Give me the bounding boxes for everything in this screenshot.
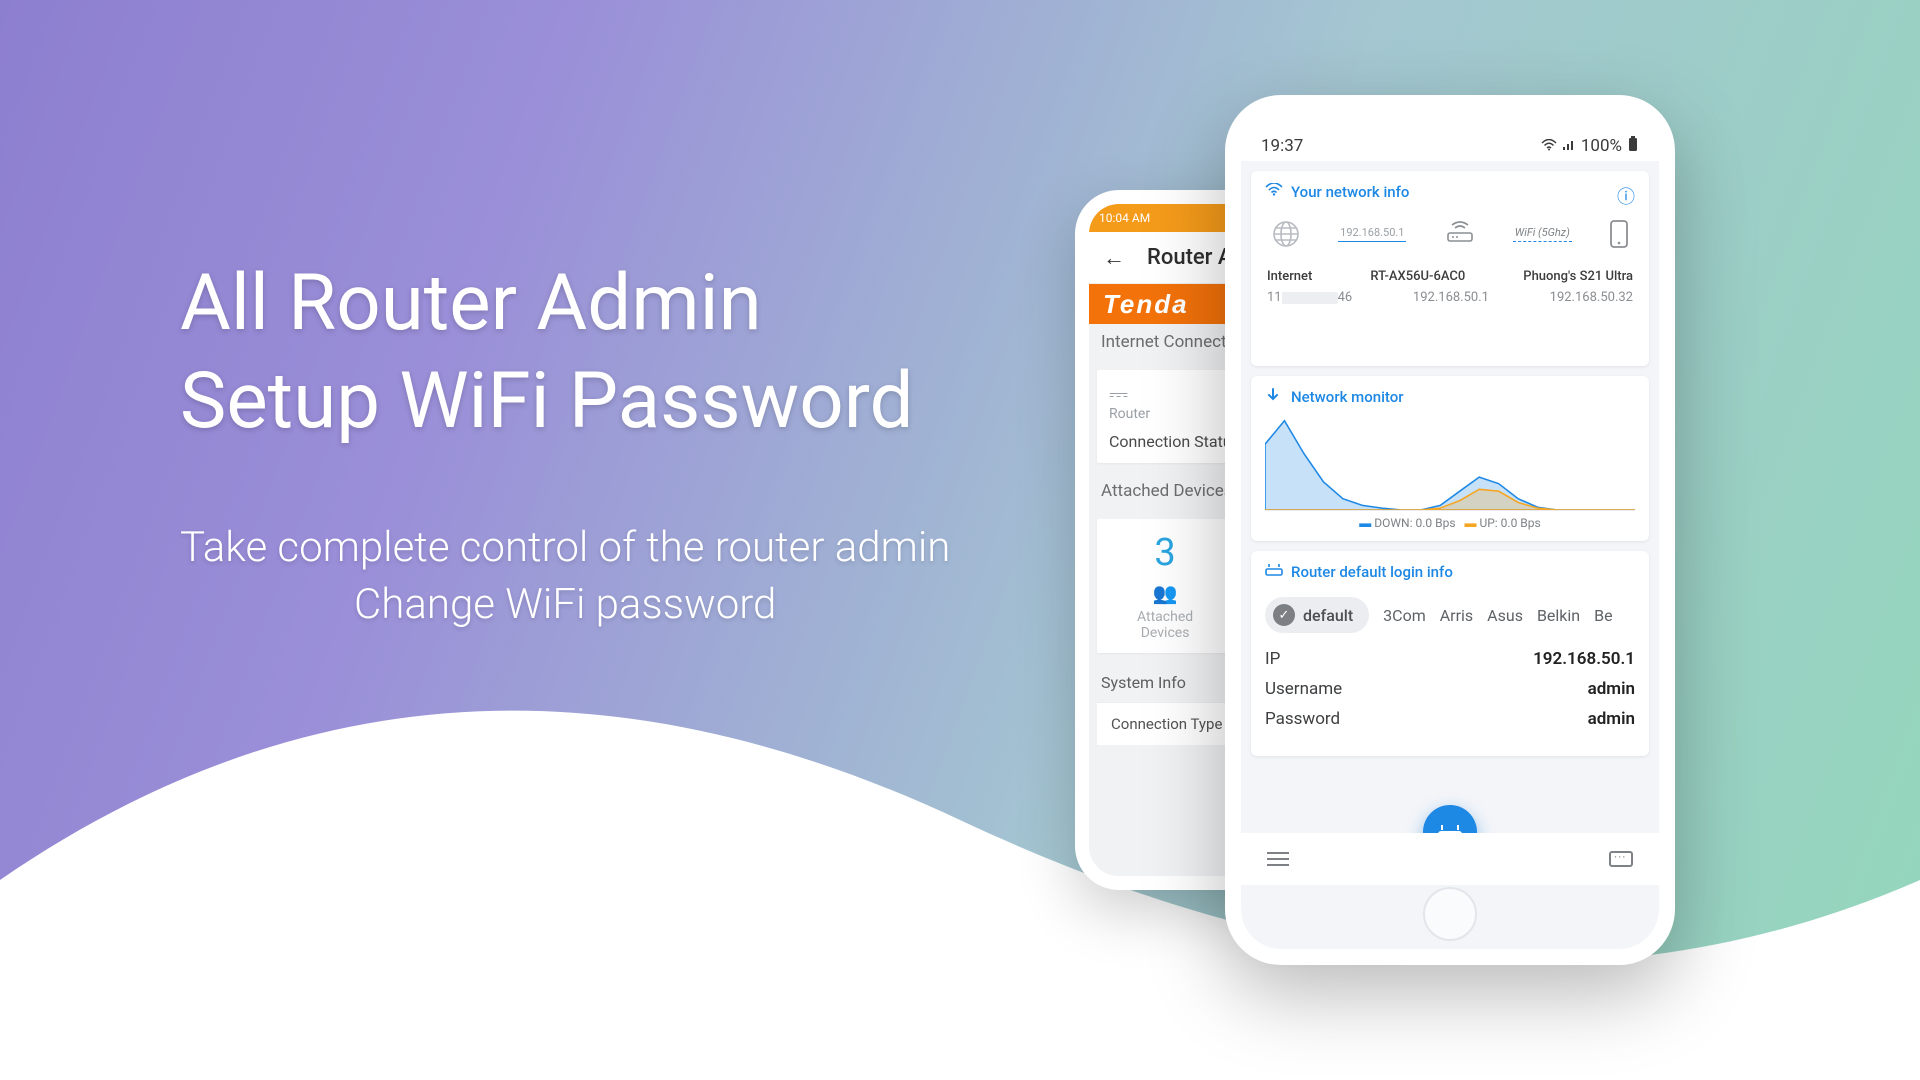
check-icon: ✓	[1273, 604, 1295, 626]
traffic-chart	[1265, 416, 1635, 511]
phone-front-mock: 19:37 100%	[1225, 95, 1675, 965]
brand-chip-default[interactable]: ✓ default	[1265, 597, 1369, 633]
chart-legend: ▬ DOWN: 0.0 Bps ▬ UP: 0.0 Bps	[1265, 516, 1635, 530]
login-ip-row: IP 192.168.50.1	[1265, 649, 1635, 669]
wan-ip: 1146	[1267, 290, 1352, 305]
brand-chip-more[interactable]: Be	[1594, 606, 1612, 625]
network-info-title: Your network info	[1265, 183, 1635, 201]
brand-chip-belkin[interactable]: Belkin	[1537, 606, 1580, 625]
promo-stage: All Router Admin Setup WiFi Password Tak…	[0, 0, 1920, 1080]
brand-chip-arris[interactable]: Arris	[1440, 606, 1473, 625]
login-pass-row: Password admin	[1265, 709, 1635, 729]
router-small-icon	[1265, 563, 1283, 581]
network-topology: 192.168.50.1 WiFi (5Ghz)	[1265, 219, 1635, 249]
wifi-icon	[1265, 183, 1283, 201]
ip-masked	[1282, 292, 1338, 304]
attached-count-block: 3 👥 AttachedDevices	[1137, 531, 1193, 641]
phone-front-screen: 19:37 100%	[1241, 111, 1659, 949]
home-button[interactable]	[1423, 887, 1477, 941]
device-ip: 192.168.50.32	[1550, 290, 1633, 305]
devices-icon: 👥	[1137, 581, 1193, 605]
phone-front-time: 19:37	[1261, 136, 1303, 156]
globe-icon	[1271, 219, 1301, 249]
brand-chip-3com[interactable]: 3Com	[1383, 606, 1426, 625]
topology-sublabels: 1146 192.168.50.1 192.168.50.32	[1265, 290, 1635, 305]
device-icon	[1609, 219, 1629, 249]
download-icon	[1265, 388, 1283, 406]
login-user-row: Username admin	[1265, 679, 1635, 699]
brand-chips[interactable]: ✓ default 3Com Arris Asus Belkin Be	[1265, 597, 1635, 633]
hero-title: All Router Admin Setup WiFi Password	[180, 255, 950, 450]
keyboard-icon[interactable]	[1609, 851, 1633, 867]
phone-back-time: 10:04 AM	[1099, 211, 1150, 225]
attached-count: 3	[1137, 531, 1193, 575]
link-wifi-band: WiFi (5Ghz)	[1513, 226, 1572, 242]
hero-text: All Router Admin Setup WiFi Password Tak…	[180, 255, 950, 633]
hero-subtitle: Take complete control of the router admi…	[180, 520, 950, 633]
login-info-title: Router default login info	[1265, 563, 1635, 581]
router-ip: 192.168.50.1	[1413, 290, 1489, 305]
network-monitor-title: Network monitor	[1265, 388, 1635, 406]
router-icon	[1444, 221, 1476, 247]
wifi-icon	[1541, 136, 1557, 156]
info-icon[interactable]: ⓘ	[1617, 183, 1635, 209]
phone-front-statusbar: 19:37 100%	[1241, 111, 1659, 161]
topology-labels: Internet RT-AX56U-6AC0 Phuong's S21 Ultr…	[1265, 269, 1635, 284]
status-right: 100%	[1541, 136, 1639, 157]
bottom-bar	[1241, 833, 1659, 885]
link-lan-ip: 192.168.50.1	[1338, 226, 1406, 242]
login-info-card: Router default login info ✓ default 3Com…	[1251, 551, 1649, 756]
back-icon[interactable]: ←	[1103, 245, 1125, 271]
brand-chip-asus[interactable]: Asus	[1487, 606, 1523, 625]
menu-icon[interactable]	[1267, 848, 1289, 870]
signal-icon	[1562, 136, 1576, 156]
battery-pct: 100%	[1581, 136, 1622, 156]
network-monitor-card: Network monitor ▬ DOWN: 0.0 Bps ▬ UP: 0.…	[1251, 376, 1649, 541]
battery-icon	[1627, 136, 1639, 157]
network-info-card: Your network info ⓘ 192.168.50.1 WiFi (5…	[1251, 171, 1649, 366]
